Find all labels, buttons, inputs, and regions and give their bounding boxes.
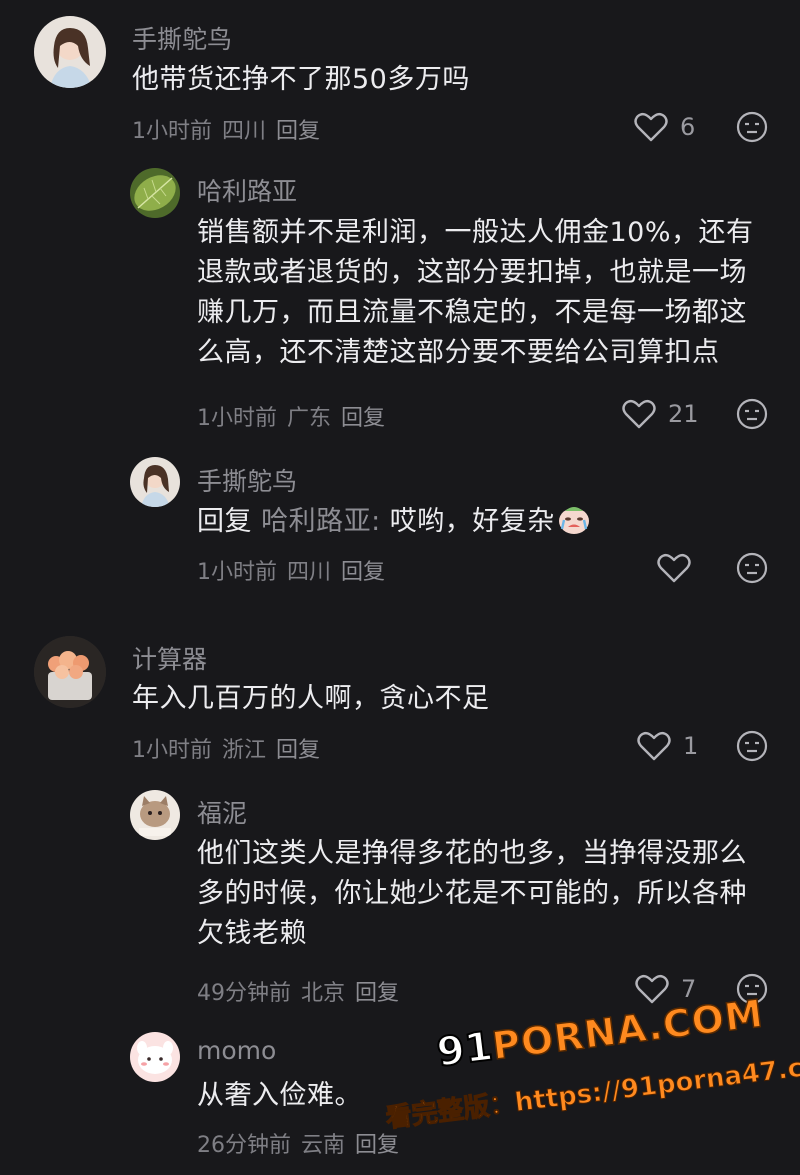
username[interactable]: 福泥 <box>197 794 247 830</box>
comment-meta: 49分钟前 北京 回复 <box>197 975 399 1007</box>
timestamp: 1小时前 <box>132 119 212 144</box>
dislike-button[interactable] <box>736 398 768 430</box>
timestamp: 1小时前 <box>132 738 212 763</box>
dislike-face-icon <box>736 111 768 143</box>
username[interactable]: momo <box>197 1036 276 1065</box>
username[interactable]: 哈利路亚 <box>197 172 297 208</box>
comment-text: 他带货还挣不了那50多万吗 <box>132 64 470 95</box>
comment-meta: 1小时前 四川 回复 <box>197 554 385 586</box>
comment-text: 销售额并不是利润，一般达人佣金10%，还有退款或者退货的，这部分要扣掉，也就是一… <box>197 217 754 368</box>
comment-text: 回复 哈利路亚: 哎哟，好复杂 <box>197 502 772 542</box>
dislike-face-icon <box>736 398 768 430</box>
mention-link[interactable]: 哈利路亚: <box>261 506 381 537</box>
username[interactable]: 手撕鸵鸟 <box>132 20 232 56</box>
comment-body: 哎哟，好复杂 <box>389 506 555 537</box>
avatar[interactable] <box>34 636 106 708</box>
avatar[interactable] <box>130 1032 180 1082</box>
heart-icon <box>634 112 668 142</box>
reply-button[interactable]: 回复 <box>276 119 320 144</box>
crying-emoji-icon <box>558 507 589 534</box>
like-button[interactable]: 6 <box>634 112 695 142</box>
timestamp: 26分钟前 <box>197 1133 291 1158</box>
avatar[interactable] <box>34 16 106 88</box>
watermark-logo-91: 91 <box>433 1023 496 1077</box>
reply-button[interactable]: 回复 <box>341 560 385 585</box>
location: 浙江 <box>222 738 267 763</box>
timestamp: 1小时前 <box>197 406 277 431</box>
avatar[interactable] <box>130 790 180 840</box>
dislike-button[interactable] <box>736 730 768 762</box>
heart-icon <box>622 399 656 429</box>
timestamp: 49分钟前 <box>197 981 291 1006</box>
location: 云南 <box>301 1133 346 1158</box>
avatar[interactable] <box>130 457 180 507</box>
avatar[interactable] <box>130 168 180 218</box>
username[interactable]: 计算器 <box>132 640 207 676</box>
dislike-button[interactable] <box>736 111 768 143</box>
like-count: 21 <box>668 400 699 428</box>
reply-button[interactable]: 回复 <box>355 981 399 1006</box>
location: 北京 <box>301 981 346 1006</box>
location: 四川 <box>222 119 267 144</box>
heart-icon <box>657 553 691 583</box>
reply-prefix: 回复 <box>197 506 252 537</box>
dislike-button[interactable] <box>736 552 768 584</box>
reply-button[interactable]: 回复 <box>276 738 320 763</box>
username[interactable]: 手撕鸵鸟 <box>197 462 297 498</box>
comment-meta: 1小时前 广东 回复 <box>197 400 385 432</box>
like-button[interactable] <box>657 553 691 583</box>
dislike-face-icon <box>736 730 768 762</box>
comment-text: 他们这类人是挣得多花的也多，当挣得没那么多的时候，你让她少花是不可能的，所以各种… <box>197 838 747 949</box>
like-button[interactable]: 1 <box>637 731 698 761</box>
reply-button[interactable]: 回复 <box>355 1133 399 1158</box>
comment-meta: 1小时前 四川 回复 <box>132 113 320 145</box>
location: 广东 <box>287 406 332 431</box>
like-button[interactable]: 21 <box>622 399 699 429</box>
comment-meta: 1小时前 浙江 回复 <box>132 732 320 764</box>
like-count: 6 <box>680 113 696 141</box>
reply-button[interactable]: 回复 <box>341 406 385 431</box>
comment-text: 年入几百万的人啊，贪心不足 <box>132 683 490 714</box>
heart-icon <box>635 974 669 1004</box>
location: 四川 <box>287 560 332 585</box>
timestamp: 1小时前 <box>197 560 277 585</box>
heart-icon <box>637 731 671 761</box>
dislike-face-icon <box>736 552 768 584</box>
like-count: 1 <box>683 732 699 760</box>
comment-meta: 26分钟前 云南 回复 <box>197 1127 399 1159</box>
